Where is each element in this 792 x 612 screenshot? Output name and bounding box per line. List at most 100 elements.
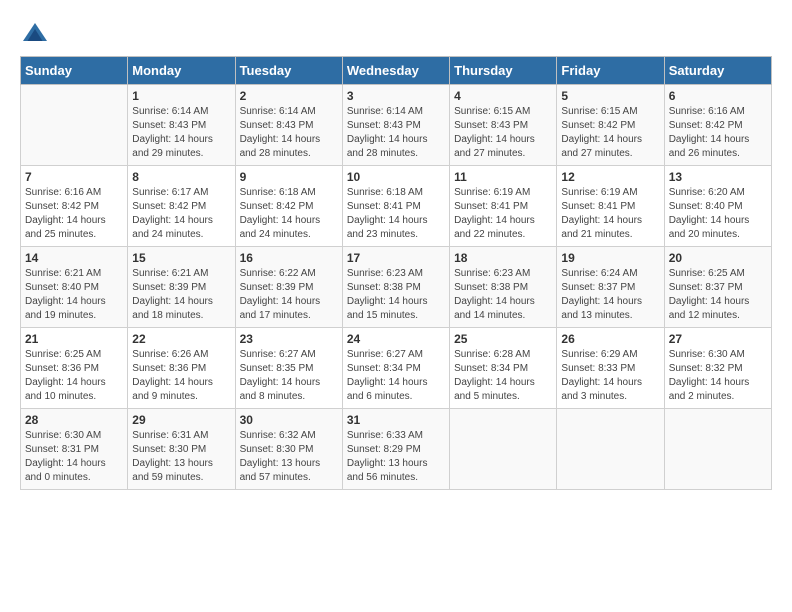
calendar-cell: 13 Sunrise: 6:20 AMSunset: 8:40 PMDaylig… [664, 166, 771, 247]
cell-info: Sunrise: 6:27 AMSunset: 8:35 PMDaylight:… [240, 348, 338, 404]
logo [20, 20, 54, 50]
cell-info: Sunrise: 6:30 AMSunset: 8:31 PMDaylight:… [25, 429, 123, 485]
day-number: 9 [240, 170, 338, 184]
calendar-cell: 3 Sunrise: 6:14 AMSunset: 8:43 PMDayligh… [342, 85, 449, 166]
header-thursday: Thursday [450, 57, 557, 85]
calendar-cell: 15 Sunrise: 6:21 AMSunset: 8:39 PMDaylig… [128, 247, 235, 328]
day-number: 29 [132, 413, 230, 427]
calendar-cell: 28 Sunrise: 6:30 AMSunset: 8:31 PMDaylig… [21, 409, 128, 490]
cell-info: Sunrise: 6:19 AMSunset: 8:41 PMDaylight:… [561, 186, 659, 242]
cell-info: Sunrise: 6:14 AMSunset: 8:43 PMDaylight:… [132, 105, 230, 161]
cell-info: Sunrise: 6:27 AMSunset: 8:34 PMDaylight:… [347, 348, 445, 404]
cell-info: Sunrise: 6:31 AMSunset: 8:30 PMDaylight:… [132, 429, 230, 485]
cell-info: Sunrise: 6:18 AMSunset: 8:42 PMDaylight:… [240, 186, 338, 242]
calendar-cell: 20 Sunrise: 6:25 AMSunset: 8:37 PMDaylig… [664, 247, 771, 328]
cell-info: Sunrise: 6:21 AMSunset: 8:40 PMDaylight:… [25, 267, 123, 323]
calendar-cell [450, 409, 557, 490]
day-number: 30 [240, 413, 338, 427]
calendar-cell: 31 Sunrise: 6:33 AMSunset: 8:29 PMDaylig… [342, 409, 449, 490]
calendar-week-5: 28 Sunrise: 6:30 AMSunset: 8:31 PMDaylig… [21, 409, 772, 490]
cell-info: Sunrise: 6:19 AMSunset: 8:41 PMDaylight:… [454, 186, 552, 242]
day-number: 1 [132, 89, 230, 103]
header-saturday: Saturday [664, 57, 771, 85]
calendar-cell: 7 Sunrise: 6:16 AMSunset: 8:42 PMDayligh… [21, 166, 128, 247]
header-friday: Friday [557, 57, 664, 85]
calendar-week-3: 14 Sunrise: 6:21 AMSunset: 8:40 PMDaylig… [21, 247, 772, 328]
calendar-table: SundayMondayTuesdayWednesdayThursdayFrid… [20, 56, 772, 490]
calendar-cell: 21 Sunrise: 6:25 AMSunset: 8:36 PMDaylig… [21, 328, 128, 409]
cell-info: Sunrise: 6:15 AMSunset: 8:43 PMDaylight:… [454, 105, 552, 161]
calendar-week-1: 1 Sunrise: 6:14 AMSunset: 8:43 PMDayligh… [21, 85, 772, 166]
calendar-cell: 23 Sunrise: 6:27 AMSunset: 8:35 PMDaylig… [235, 328, 342, 409]
day-number: 23 [240, 332, 338, 346]
calendar-cell: 18 Sunrise: 6:23 AMSunset: 8:38 PMDaylig… [450, 247, 557, 328]
day-number: 13 [669, 170, 767, 184]
calendar-cell: 29 Sunrise: 6:31 AMSunset: 8:30 PMDaylig… [128, 409, 235, 490]
day-number: 16 [240, 251, 338, 265]
logo-icon [20, 20, 50, 50]
calendar-cell [21, 85, 128, 166]
calendar-cell: 10 Sunrise: 6:18 AMSunset: 8:41 PMDaylig… [342, 166, 449, 247]
calendar-cell: 12 Sunrise: 6:19 AMSunset: 8:41 PMDaylig… [557, 166, 664, 247]
calendar-cell [664, 409, 771, 490]
cell-info: Sunrise: 6:25 AMSunset: 8:36 PMDaylight:… [25, 348, 123, 404]
cell-info: Sunrise: 6:23 AMSunset: 8:38 PMDaylight:… [347, 267, 445, 323]
calendar-cell: 5 Sunrise: 6:15 AMSunset: 8:42 PMDayligh… [557, 85, 664, 166]
cell-info: Sunrise: 6:17 AMSunset: 8:42 PMDaylight:… [132, 186, 230, 242]
day-number: 12 [561, 170, 659, 184]
day-number: 5 [561, 89, 659, 103]
day-number: 24 [347, 332, 445, 346]
cell-info: Sunrise: 6:25 AMSunset: 8:37 PMDaylight:… [669, 267, 767, 323]
day-number: 2 [240, 89, 338, 103]
day-number: 22 [132, 332, 230, 346]
day-number: 15 [132, 251, 230, 265]
calendar-cell: 27 Sunrise: 6:30 AMSunset: 8:32 PMDaylig… [664, 328, 771, 409]
cell-info: Sunrise: 6:16 AMSunset: 8:42 PMDaylight:… [25, 186, 123, 242]
header-sunday: Sunday [21, 57, 128, 85]
calendar-cell: 14 Sunrise: 6:21 AMSunset: 8:40 PMDaylig… [21, 247, 128, 328]
calendar-cell: 1 Sunrise: 6:14 AMSunset: 8:43 PMDayligh… [128, 85, 235, 166]
day-number: 8 [132, 170, 230, 184]
day-number: 25 [454, 332, 552, 346]
cell-info: Sunrise: 6:23 AMSunset: 8:38 PMDaylight:… [454, 267, 552, 323]
calendar-cell: 6 Sunrise: 6:16 AMSunset: 8:42 PMDayligh… [664, 85, 771, 166]
cell-info: Sunrise: 6:30 AMSunset: 8:32 PMDaylight:… [669, 348, 767, 404]
calendar-cell: 24 Sunrise: 6:27 AMSunset: 8:34 PMDaylig… [342, 328, 449, 409]
day-number: 4 [454, 89, 552, 103]
calendar-cell: 22 Sunrise: 6:26 AMSunset: 8:36 PMDaylig… [128, 328, 235, 409]
day-number: 11 [454, 170, 552, 184]
day-number: 20 [669, 251, 767, 265]
cell-info: Sunrise: 6:33 AMSunset: 8:29 PMDaylight:… [347, 429, 445, 485]
cell-info: Sunrise: 6:29 AMSunset: 8:33 PMDaylight:… [561, 348, 659, 404]
calendar-cell: 26 Sunrise: 6:29 AMSunset: 8:33 PMDaylig… [557, 328, 664, 409]
cell-info: Sunrise: 6:14 AMSunset: 8:43 PMDaylight:… [347, 105, 445, 161]
calendar-cell: 30 Sunrise: 6:32 AMSunset: 8:30 PMDaylig… [235, 409, 342, 490]
cell-info: Sunrise: 6:21 AMSunset: 8:39 PMDaylight:… [132, 267, 230, 323]
day-number: 28 [25, 413, 123, 427]
calendar-cell: 4 Sunrise: 6:15 AMSunset: 8:43 PMDayligh… [450, 85, 557, 166]
day-number: 10 [347, 170, 445, 184]
cell-info: Sunrise: 6:14 AMSunset: 8:43 PMDaylight:… [240, 105, 338, 161]
cell-info: Sunrise: 6:26 AMSunset: 8:36 PMDaylight:… [132, 348, 230, 404]
calendar-header-row: SundayMondayTuesdayWednesdayThursdayFrid… [21, 57, 772, 85]
day-number: 3 [347, 89, 445, 103]
day-number: 6 [669, 89, 767, 103]
day-number: 31 [347, 413, 445, 427]
page-header [20, 20, 772, 50]
cell-info: Sunrise: 6:20 AMSunset: 8:40 PMDaylight:… [669, 186, 767, 242]
header-monday: Monday [128, 57, 235, 85]
day-number: 27 [669, 332, 767, 346]
calendar-cell: 11 Sunrise: 6:19 AMSunset: 8:41 PMDaylig… [450, 166, 557, 247]
calendar-cell: 25 Sunrise: 6:28 AMSunset: 8:34 PMDaylig… [450, 328, 557, 409]
cell-info: Sunrise: 6:28 AMSunset: 8:34 PMDaylight:… [454, 348, 552, 404]
header-wednesday: Wednesday [342, 57, 449, 85]
calendar-cell: 16 Sunrise: 6:22 AMSunset: 8:39 PMDaylig… [235, 247, 342, 328]
header-tuesday: Tuesday [235, 57, 342, 85]
calendar-week-2: 7 Sunrise: 6:16 AMSunset: 8:42 PMDayligh… [21, 166, 772, 247]
calendar-cell: 2 Sunrise: 6:14 AMSunset: 8:43 PMDayligh… [235, 85, 342, 166]
day-number: 18 [454, 251, 552, 265]
cell-info: Sunrise: 6:16 AMSunset: 8:42 PMDaylight:… [669, 105, 767, 161]
calendar-cell: 8 Sunrise: 6:17 AMSunset: 8:42 PMDayligh… [128, 166, 235, 247]
day-number: 19 [561, 251, 659, 265]
cell-info: Sunrise: 6:32 AMSunset: 8:30 PMDaylight:… [240, 429, 338, 485]
